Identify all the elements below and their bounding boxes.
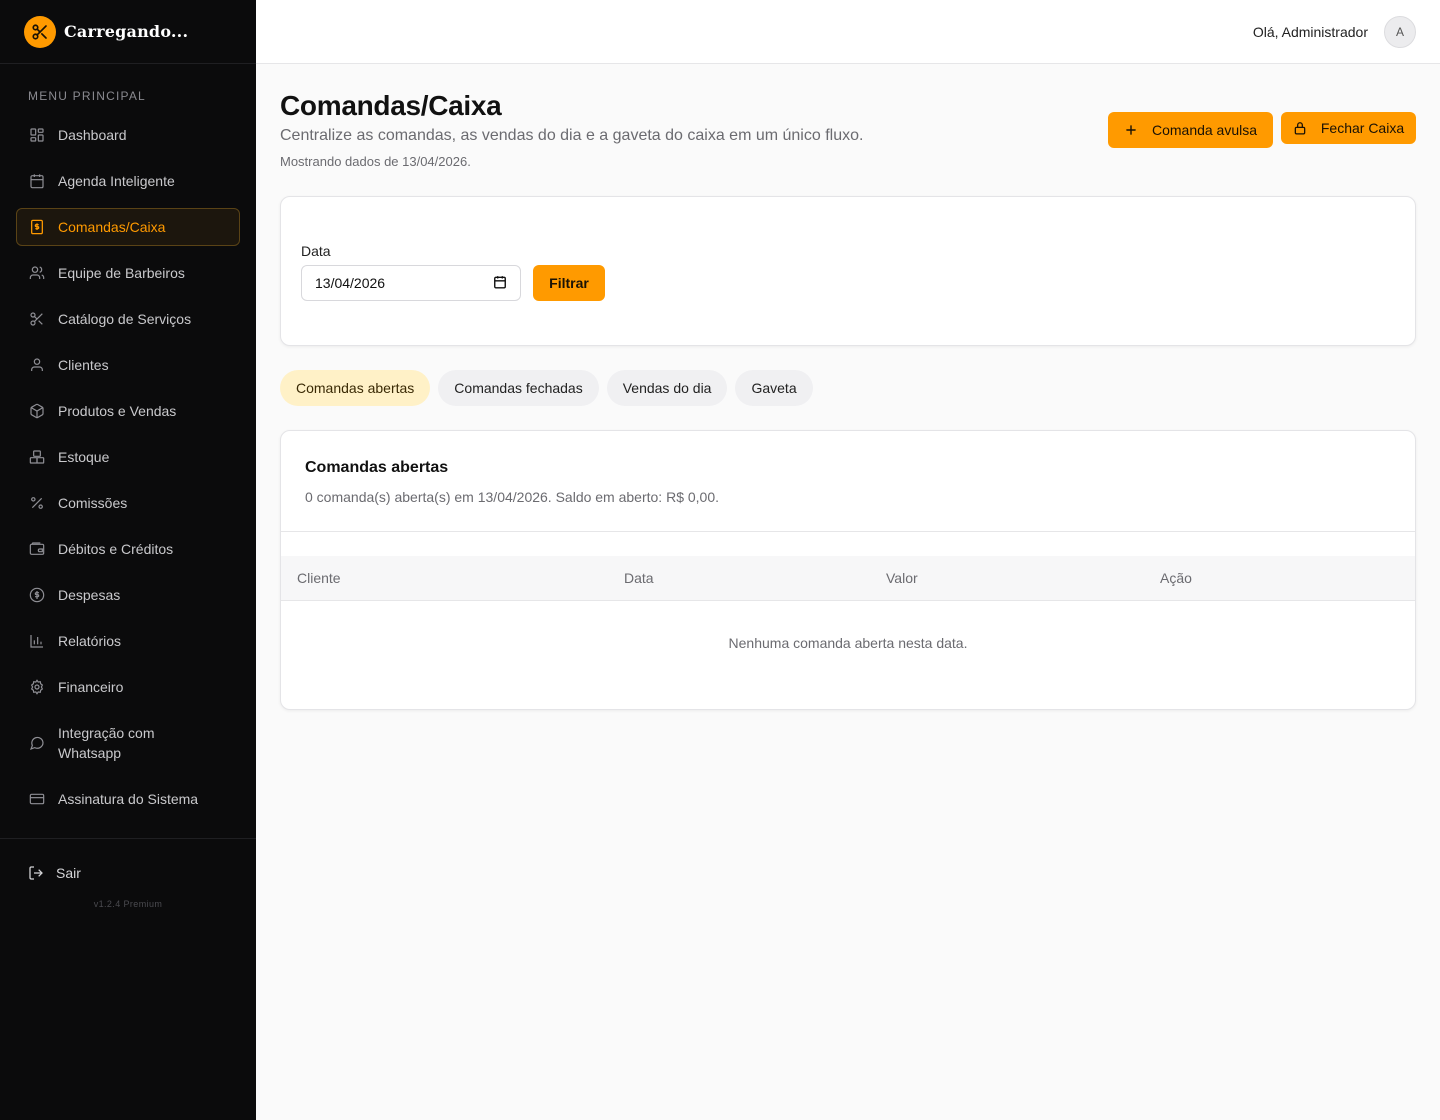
tab-gaveta[interactable]: Gaveta xyxy=(735,370,813,406)
tab-vendas-do-dia[interactable]: Vendas do dia xyxy=(606,370,728,406)
topbar: Olá, Administrador A xyxy=(256,0,1440,64)
sidebar-item-whatsapp[interactable]: Integração com Whatsapp xyxy=(16,714,240,772)
sidebar-item-assinatura[interactable]: Assinatura do Sistema xyxy=(16,780,240,818)
greeting: Olá, Administrador xyxy=(1252,23,1368,40)
filter-button[interactable]: Filtrar xyxy=(533,265,605,301)
filter-card: Data 13/04/2026 Filtrar xyxy=(280,196,1416,346)
boxes-icon xyxy=(29,449,45,465)
sidebar-item-label: Clientes xyxy=(58,357,109,373)
bar-chart-icon xyxy=(29,633,45,649)
message-circle-icon xyxy=(29,735,45,751)
package-icon xyxy=(29,403,45,419)
fechar-caixa-button[interactable]: Fechar Caixa xyxy=(1281,112,1416,144)
sidebar-item-label: Despesas xyxy=(58,587,121,603)
column-header-acao: Ação xyxy=(1160,570,1192,586)
tabs: Comandas abertas Comandas fechadas Venda… xyxy=(280,370,821,406)
sidebar-item-agenda[interactable]: Agenda Inteligente xyxy=(16,162,240,200)
brand[interactable]: Carregando... xyxy=(0,0,256,64)
calendar-picker-icon[interactable] xyxy=(493,275,507,292)
sidebar-item-clientes[interactable]: Clientes xyxy=(16,346,240,384)
gear-icon xyxy=(29,679,45,695)
plus-icon xyxy=(1124,123,1138,137)
version-label: v1.2.4 Premium xyxy=(93,899,163,909)
open-orders-card: Comandas abertas 0 comanda(s) aberta(s) … xyxy=(280,430,1416,710)
tab-comandas-fechadas[interactable]: Comandas fechadas xyxy=(438,370,599,406)
logout-label: Sair xyxy=(56,865,81,881)
sidebar-item-label: Comandas/Caixa xyxy=(58,219,166,235)
divider xyxy=(281,531,1415,532)
logout-icon xyxy=(28,865,44,881)
date-filter-label: Data xyxy=(301,243,331,259)
calendar-icon xyxy=(29,173,45,189)
wallet-icon xyxy=(29,541,45,557)
sidebar-item-despesas[interactable]: Despesas xyxy=(16,576,240,614)
tab-comandas-abertas[interactable]: Comandas abertas xyxy=(280,370,431,406)
percent-icon xyxy=(29,495,45,511)
sidebar-item-produtos[interactable]: Produtos e Vendas xyxy=(16,392,240,430)
receipt-dollar-icon xyxy=(29,219,45,235)
sidebar-item-label: Produtos e Vendas xyxy=(58,403,177,419)
sidebar-item-label: Comissões xyxy=(58,495,128,511)
date-input-value: 13/04/2026 xyxy=(315,275,386,291)
sidebar-item-comissoes[interactable]: Comissões xyxy=(16,484,240,522)
sidebar-footer: Sair v1.2.4 Premium xyxy=(0,838,256,909)
sidebar-item-label: Integração com Whatsapp xyxy=(58,725,155,761)
sidebar-item-relatorios[interactable]: Relatórios xyxy=(16,622,240,660)
menu-heading: MENU PRINCIPAL xyxy=(28,89,146,103)
comanda-avulsa-button[interactable]: Comanda avulsa xyxy=(1108,112,1273,148)
sidebar-item-debitos[interactable]: Débitos e Créditos xyxy=(16,530,240,568)
page-date-info: Mostrando dados de 13/04/2026. xyxy=(280,154,471,169)
dashboard-icon xyxy=(29,127,45,143)
sidebar-item-label: Dashboard xyxy=(58,127,127,143)
avatar[interactable]: A xyxy=(1384,15,1416,48)
sidebar-item-label: Débitos e Créditos xyxy=(58,541,174,557)
column-header-data: Data xyxy=(624,570,654,586)
table-header: Cliente Data Valor Ação xyxy=(281,556,1415,601)
comanda-avulsa-label: Comanda avulsa xyxy=(1151,122,1258,138)
fechar-caixa-label: Fechar Caixa xyxy=(1320,120,1405,136)
date-input[interactable]: 13/04/2026 xyxy=(301,265,521,301)
sidebar-menu: Dashboard Agenda Inteligente Comandas/Ca… xyxy=(0,116,256,818)
sidebar-item-label: Estoque xyxy=(58,449,110,465)
sidebar-item-equipe[interactable]: Equipe de Barbeiros xyxy=(16,254,240,292)
sidebar-item-dashboard[interactable]: Dashboard xyxy=(16,116,240,154)
sidebar-item-label: Financeiro xyxy=(58,679,124,695)
page-title: Comandas/Caixa xyxy=(280,90,502,121)
lock-icon xyxy=(1293,121,1307,135)
sidebar-item-label: Relatórios xyxy=(58,633,122,649)
column-header-cliente: Cliente xyxy=(297,570,341,586)
empty-state-message: Nenhuma comanda aberta nesta data. xyxy=(728,635,968,651)
user-icon xyxy=(29,357,45,373)
sidebar-item-label: Assinatura do Sistema xyxy=(58,791,199,807)
page-subtitle: Centralize as comandas, as vendas do dia… xyxy=(280,127,864,144)
sidebar-item-label: Equipe de Barbeiros xyxy=(58,265,185,281)
sidebar-item-comandas[interactable]: Comandas/Caixa xyxy=(16,208,240,246)
list-description: 0 comanda(s) aberta(s) em 13/04/2026. Sa… xyxy=(305,489,720,505)
logout-button[interactable]: Sair xyxy=(0,839,256,881)
sidebar-item-estoque[interactable]: Estoque xyxy=(16,438,240,476)
dollar-circle-icon xyxy=(29,587,45,603)
sidebar-item-catalogo[interactable]: Catálogo de Serviços xyxy=(16,300,240,338)
sidebar-item-financeiro[interactable]: Financeiro xyxy=(16,668,240,706)
column-header-valor: Valor xyxy=(886,570,918,586)
scissors-icon xyxy=(29,311,45,327)
brand-name: Carregando... xyxy=(64,22,189,41)
list-title: Comandas abertas xyxy=(305,459,449,476)
scissors-logo-icon xyxy=(24,15,56,48)
credit-card-icon xyxy=(29,791,45,807)
sidebar-item-label: Catálogo de Serviços xyxy=(58,311,192,327)
sidebar: Carregando... MENU PRINCIPAL Dashboard A… xyxy=(0,0,256,1120)
sidebar-item-label: Agenda Inteligente xyxy=(58,173,175,189)
users-icon xyxy=(29,265,45,281)
